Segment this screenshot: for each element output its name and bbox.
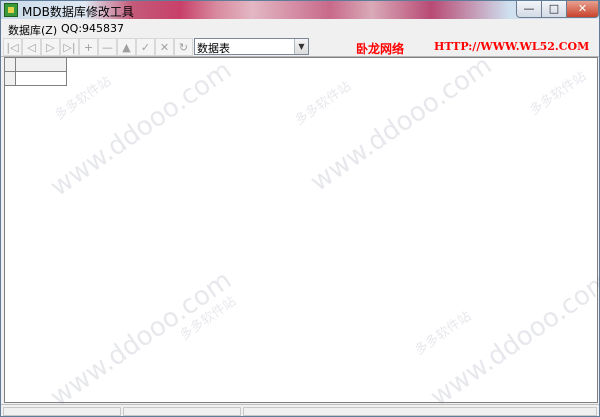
first-record-icon[interactable]: |◁ bbox=[3, 38, 22, 56]
app-icon bbox=[4, 3, 18, 17]
close-button[interactable]: ✕ bbox=[566, 1, 599, 18]
toolbar: |◁ ◁ ▷ ▷| + — ▲ ✓ ✕ ↻ 数据表 ▼ 卧龙网络 HTTP://… bbox=[1, 37, 599, 57]
watermark-cn: 多多软件站 bbox=[292, 78, 355, 129]
minimize-button[interactable]: — bbox=[516, 1, 542, 18]
watermark-cn: 多多软件站 bbox=[177, 293, 240, 344]
maximize-button[interactable]: □ bbox=[541, 1, 567, 18]
delete-record-icon[interactable]: — bbox=[98, 38, 117, 56]
grid-row-indicator[interactable] bbox=[5, 72, 16, 86]
brand-url[interactable]: HTTP://WWW.WL52.COM bbox=[434, 40, 589, 53]
menu-qq[interactable]: QQ:945837 bbox=[61, 22, 124, 35]
watermark-url: www.ddooo.com bbox=[45, 55, 238, 203]
table-select-value: 数据表 bbox=[197, 42, 230, 55]
watermark-url: www.ddooo.com bbox=[45, 265, 238, 413]
status-bar bbox=[1, 404, 599, 416]
prior-record-icon[interactable]: ◁ bbox=[22, 38, 41, 56]
post-edit-icon[interactable]: ✓ bbox=[136, 38, 155, 56]
menu-database[interactable]: 数据库(Z) bbox=[8, 22, 57, 38]
insert-record-icon[interactable]: + bbox=[79, 38, 98, 56]
status-segment bbox=[3, 407, 121, 416]
brand-name: 卧龙网络 bbox=[356, 42, 405, 56]
window-title: MDB数据库修改工具 bbox=[22, 5, 134, 19]
data-grid[interactable]: www.ddooo.com www.ddooo.com www.ddooo.co… bbox=[4, 50, 600, 413]
next-record-icon[interactable]: ▷ bbox=[41, 38, 60, 56]
refresh-data-icon[interactable]: ↻ bbox=[174, 38, 193, 56]
cancel-edit-icon[interactable]: ✕ bbox=[155, 38, 174, 56]
watermark-url: www.ddooo.com bbox=[305, 50, 498, 198]
app-window: MDB数据库修改工具 — □ ✕ 数据库(Z) QQ:945837 |◁ ◁ ▷… bbox=[0, 0, 600, 417]
status-segment bbox=[243, 407, 597, 416]
status-segment bbox=[123, 407, 241, 416]
menu-bar: 数据库(Z) QQ:945837 bbox=[1, 19, 599, 37]
chevron-down-icon[interactable]: ▼ bbox=[294, 39, 308, 54]
grid-corner[interactable] bbox=[5, 58, 16, 72]
title-bar[interactable]: MDB数据库修改工具 — □ ✕ bbox=[1, 1, 599, 19]
edit-record-icon[interactable]: ▲ bbox=[117, 38, 136, 56]
watermark-cn: 多多软件站 bbox=[527, 68, 590, 119]
watermark-url: www.ddooo.com bbox=[425, 265, 600, 413]
last-record-icon[interactable]: ▷| bbox=[60, 38, 79, 56]
grid-column-header[interactable] bbox=[16, 58, 67, 72]
table-select[interactable]: 数据表 ▼ bbox=[194, 38, 309, 55]
grid-cell[interactable] bbox=[16, 72, 67, 86]
watermark-cn: 多多软件站 bbox=[412, 308, 475, 359]
